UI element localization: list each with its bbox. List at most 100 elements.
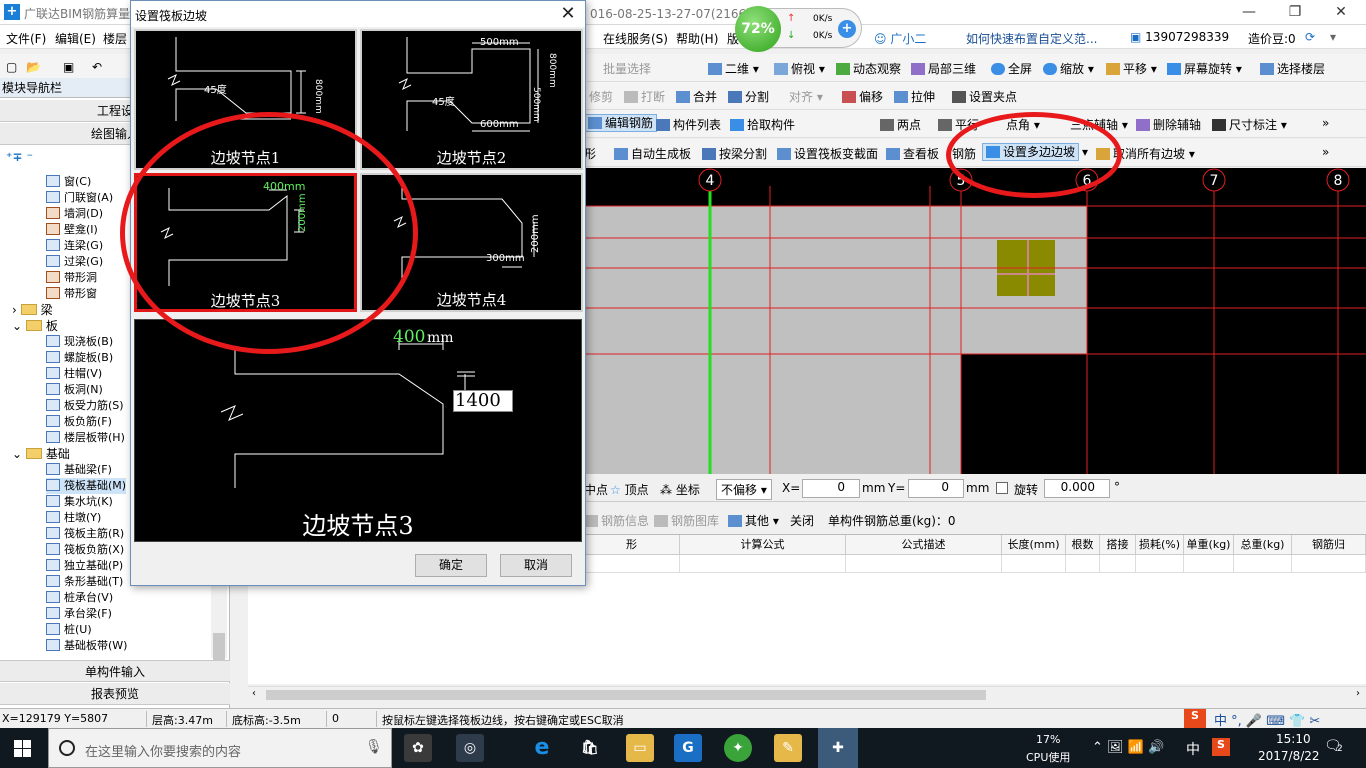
offset-mode-select[interactable]: 不偏移 ▾	[716, 479, 772, 500]
slope-dropdown-arrow[interactable]: ▾	[1082, 145, 1088, 159]
tree-item-door-window[interactable]: 门联窗(A)	[46, 190, 113, 206]
tree-item-strip-window[interactable]: 带形窗	[46, 286, 97, 302]
tree-item-column-cap[interactable]: 柱帽(V)	[46, 366, 102, 382]
cancel-all-slopes-dropdown[interactable]: 取消所有边坡 ▾	[1096, 145, 1195, 162]
close-button[interactable]: ✕	[1318, 0, 1364, 24]
file-explorer-icon[interactable]: ▭	[626, 734, 654, 762]
tree-item-cast-slab[interactable]: 现浇板(B)	[46, 334, 113, 350]
ok-button[interactable]: 确定	[415, 554, 487, 577]
tree-item-niche[interactable]: 壁龛(I)	[46, 222, 98, 238]
assistant-link[interactable]: ☺ 广小二	[874, 30, 926, 47]
view-2d-dropdown[interactable]: 二维 ▾	[708, 60, 759, 77]
col-rebar-category[interactable]: 钢筋归	[1292, 535, 1366, 555]
tree-item-found-beam[interactable]: 基础梁(F)	[46, 462, 112, 478]
col-loss[interactable]: 损耗(%)	[1136, 535, 1184, 555]
tree-group-slab[interactable]: ⌄ 板	[12, 318, 58, 334]
table-hscroll-thumb[interactable]	[266, 690, 986, 700]
table-row[interactable]	[1292, 555, 1366, 573]
set-multi-edge-slope-button[interactable]: 设置多边边坡	[982, 143, 1080, 161]
pan-dropdown[interactable]: 平移 ▾	[1106, 60, 1157, 77]
scroll-left-icon[interactable]: ‹	[252, 688, 256, 699]
tree-item-cap-beam[interactable]: 承台梁(F)	[46, 606, 112, 622]
dimension-dropdown[interactable]: 尺寸标注 ▾	[1212, 116, 1287, 133]
browser-swirl-icon[interactable]: ◎	[456, 734, 484, 762]
menu-floor[interactable]: 楼层	[103, 30, 127, 47]
toolbar-more-icon[interactable]: »	[1322, 116, 1329, 130]
y-input[interactable]: 0	[908, 479, 964, 498]
slope-node-3[interactable]: 400mm 200mm 边坡节点3	[134, 173, 357, 312]
table-row[interactable]	[1066, 555, 1100, 573]
menu-more-icon[interactable]: ▾	[1330, 30, 1336, 44]
table-row[interactable]	[1100, 555, 1136, 573]
ime-toolbar-icons[interactable]: 中 °, 🎤 ⌨ 👕 ✂	[1214, 710, 1320, 729]
menu-file[interactable]: 文件(F)	[6, 30, 46, 47]
edge-browser-icon[interactable]: e	[528, 734, 556, 762]
table-row[interactable]	[680, 555, 846, 573]
fullscreen-button[interactable]: 全屏	[991, 60, 1032, 77]
tip-link[interactable]: 如何快速布置自定义范...	[966, 30, 1097, 47]
undo-icon[interactable]: ↶	[92, 60, 102, 74]
expand-collapse-icons[interactable]: ⁺∓ ⁻	[6, 150, 33, 164]
rebar-label[interactable]: 钢筋	[952, 145, 976, 162]
minimize-button[interactable]: —	[1226, 0, 1272, 24]
tree-item-raft-main-rebar[interactable]: 筏板主筋(R)	[46, 526, 124, 542]
col-unit-weight[interactable]: 单重(kg)	[1184, 535, 1234, 555]
tree-item-column-pier[interactable]: 柱墩(Y)	[46, 510, 101, 526]
toolbar-raft-more-icon[interactable]: »	[1322, 145, 1329, 159]
slope-node-2[interactable]: 500mm 800mm 500mm 45度 600mm 边坡节点2	[360, 29, 583, 170]
restore-button[interactable]: ❐	[1272, 0, 1318, 24]
set-grip-button[interactable]: 设置夹点	[952, 88, 1017, 105]
table-row[interactable]	[584, 555, 680, 573]
tree-item-spiral-slab[interactable]: 螺旋板(B)	[46, 350, 113, 366]
table-row[interactable]	[1234, 555, 1292, 573]
point-angle-dropdown[interactable]: 点角 ▾	[1006, 116, 1040, 133]
cancel-button[interactable]: 取消	[500, 554, 572, 577]
tray-icons[interactable]: ⌃ 🖼 📶 🔊	[1092, 740, 1164, 755]
drawing-canvas[interactable]: 4 5 6 7 8	[584, 168, 1366, 474]
tree-item-floor-strip[interactable]: 楼层板带(H)	[46, 430, 125, 446]
notes-app-icon[interactable]: ✎	[774, 734, 802, 762]
network-widget[interactable]: 72% ↑ ↓ 0K/s 0K/s +	[735, 6, 862, 52]
accelerate-plus-icon[interactable]: +	[838, 20, 856, 38]
windows-start-icon[interactable]	[14, 740, 31, 757]
align-dropdown[interactable]: 对齐 ▾	[789, 88, 823, 105]
col-shape[interactable]: 形	[584, 535, 680, 555]
tree-item-raft-neg-rebar[interactable]: 筏板负筋(X)	[46, 542, 124, 558]
raft-slab-region-lower[interactable]	[584, 354, 961, 474]
price-beans[interactable]: 造价豆:0	[1248, 30, 1296, 47]
tree-scroll-thumb[interactable]	[213, 633, 225, 663]
other-dropdown[interactable]: 其他 ▾	[728, 512, 779, 529]
new-file-icon[interactable]: ▢	[6, 60, 17, 74]
refresh-icon[interactable]: ⟳	[1305, 30, 1315, 44]
user-phone[interactable]: ▣ 13907298339	[1130, 30, 1229, 44]
trim-button[interactable]: 修剪	[589, 88, 613, 105]
split-button[interactable]: 分割	[728, 88, 769, 105]
menu-help[interactable]: 帮助(H)	[676, 30, 718, 47]
merge-button[interactable]: 合并	[676, 88, 717, 105]
tree-item-slab-neg-rebar[interactable]: 板负筋(F)	[46, 414, 112, 430]
coordinate-toggle[interactable]: ⁂ 坐标	[660, 481, 700, 498]
glodon-g-icon[interactable]: G	[674, 734, 702, 762]
taskview-app-icon[interactable]: ✿	[404, 734, 432, 762]
tree-item-sump-pit[interactable]: 集水坑(K)	[46, 494, 113, 510]
dialog-close-button[interactable]: ✕	[557, 3, 579, 25]
slope-node-1[interactable]: 45度 800mm 边坡节点1	[134, 29, 357, 170]
tree-item-raft-foundation[interactable]: 筏板基础(M)	[46, 478, 127, 494]
rotate-checkbox[interactable]	[996, 482, 1008, 494]
select-floor-button[interactable]: 选择楼层	[1260, 60, 1325, 77]
tree-item-isolated-found[interactable]: 独立基础(P)	[46, 558, 123, 574]
tree-item-slab-hole[interactable]: 板洞(N)	[46, 382, 103, 398]
table-row[interactable]	[1136, 555, 1184, 573]
table-hscrollbar[interactable]: ‹ ›	[248, 686, 1366, 702]
tree-item-strip-hole[interactable]: 带形洞	[46, 270, 97, 286]
break-button[interactable]: 打断	[624, 88, 665, 105]
col-total-weight[interactable]: 总重(kg)	[1234, 535, 1292, 555]
close-rebar-button[interactable]: 关闭	[790, 512, 814, 529]
tree-item-lintel[interactable]: 过梁(G)	[46, 254, 103, 270]
scroll-right-icon[interactable]: ›	[1356, 688, 1360, 699]
slope-node-4[interactable]: 200mm 300mm 边坡节点4	[360, 173, 583, 312]
tree-item-found-strip[interactable]: 基础板带(W)	[46, 638, 127, 654]
rebar-gallery-button[interactable]: 钢筋图库	[654, 512, 719, 529]
table-row[interactable]	[846, 555, 1002, 573]
two-point-axis-button[interactable]: 两点	[880, 116, 921, 133]
